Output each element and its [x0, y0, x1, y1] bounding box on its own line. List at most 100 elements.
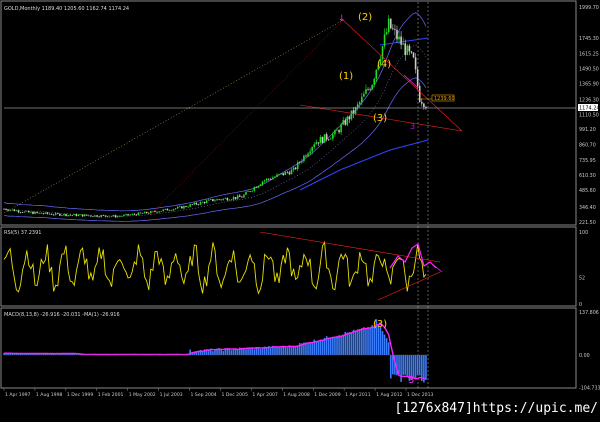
macd-bar [249, 347, 251, 355]
candle-body [52, 214, 55, 216]
candle-body [412, 52, 415, 58]
macd-bar [342, 334, 344, 355]
candle-body [400, 36, 402, 45]
time-axis-label: 1 May 2002 [129, 392, 156, 398]
price-axis-label: 991.20 [579, 127, 596, 133]
candle-body [216, 199, 218, 201]
macd-bar [276, 347, 278, 355]
candle-body [127, 214, 129, 216]
candle-body [104, 215, 107, 217]
price-axis: 1999.70 1745.30 1615.25 1490.50 1365.90 1236.… [579, 5, 599, 226]
candle-body [241, 196, 243, 198]
rsi-axis-label: 0 [579, 302, 582, 308]
price-axis-label: 1615.25 [579, 52, 599, 58]
rsi-series [3, 231, 443, 301]
macd-bar [336, 336, 338, 355]
macd-bar [245, 349, 247, 355]
macd-bar [222, 350, 225, 355]
macd-axis-label: 0.00 [579, 353, 590, 359]
bollinger-bands [3, 12, 429, 222]
candle-body [150, 211, 152, 214]
candle-body [369, 89, 371, 90]
price-axis-label: 610.30 [579, 173, 596, 179]
time-axis-label: 1 Apr 2007 [252, 392, 278, 398]
macd-bar [294, 346, 297, 355]
candle-body [121, 216, 123, 217]
macd-bar [334, 336, 336, 355]
macd-bar [197, 352, 200, 355]
candle-body [290, 169, 293, 175]
candle-body [263, 180, 266, 182]
rsi-magenta-arrow [429, 261, 443, 273]
candle-body [375, 69, 378, 79]
candle-body [145, 211, 148, 214]
candle-body [253, 187, 256, 191]
candle-body [329, 138, 332, 140]
candle-body [282, 173, 285, 175]
candle-body [408, 45, 411, 52]
macd-bar [327, 337, 330, 355]
candle-body [38, 212, 40, 214]
candle-body [294, 167, 297, 169]
macd-bar [363, 327, 365, 355]
candle-body [183, 206, 185, 209]
candle-body [162, 209, 165, 212]
chart-canvas[interactable]: GOLD,Monthly 1189.40 1205.60 1162.74 117… [0, 0, 600, 418]
candle-body [278, 174, 280, 175]
candle-body [224, 198, 227, 199]
macd-bar [414, 355, 417, 379]
upper-ma-line [379, 37, 429, 46]
candle-body [199, 202, 202, 205]
price-axis-label: 346.40 [579, 205, 596, 211]
candle-body [28, 210, 30, 213]
candle-body [303, 155, 305, 162]
macd-bar [309, 342, 311, 355]
candle-body [154, 211, 156, 212]
candle-body [423, 103, 425, 107]
macd-bar [338, 335, 340, 355]
candle-body [315, 142, 318, 145]
level-badge: 1239.60 [434, 96, 455, 102]
candle-body [265, 178, 268, 181]
macd-pane[interactable] [0, 307, 577, 389]
macd-bar [236, 349, 239, 355]
candle-body [56, 213, 59, 214]
time-axis-label: 1 Apr 1997 [5, 392, 31, 398]
candle-body [174, 208, 177, 210]
candle-body [367, 89, 369, 90]
candle-body [406, 45, 409, 55]
candle-body [396, 29, 398, 40]
candle-body [125, 214, 127, 215]
candle-body [83, 214, 86, 217]
candle-body [73, 214, 76, 216]
candle-body [394, 29, 396, 30]
candle-body [247, 191, 249, 192]
candle-body [185, 206, 187, 207]
candle-body [13, 209, 16, 212]
candle-body [226, 198, 229, 201]
time-axis-label: 1 Aug 2008 [283, 392, 310, 398]
macd-bar [354, 330, 357, 355]
macd-bar [319, 339, 322, 355]
candle-body [44, 212, 47, 214]
candle-body [19, 212, 22, 213]
candle-body [305, 155, 307, 157]
macd-bar [369, 328, 371, 355]
macd-bar [352, 329, 355, 355]
macd-bar [361, 328, 363, 355]
macd-bar [418, 355, 421, 376]
candle-body [65, 214, 67, 216]
candle-body [156, 211, 158, 213]
candle-body [3, 208, 5, 210]
candle-body [234, 197, 237, 199]
macd-bar [387, 342, 390, 355]
macd-bar [214, 349, 216, 355]
macd-bar [284, 346, 287, 355]
candle-body [69, 214, 71, 216]
candle-body [11, 209, 14, 211]
macd-bar [400, 355, 402, 382]
candle-body [189, 204, 191, 207]
price-title: GOLD,Monthly 1189.40 1205.60 1162.74 117… [4, 6, 129, 12]
candle-body [85, 214, 88, 216]
candle-body [222, 198, 225, 200]
